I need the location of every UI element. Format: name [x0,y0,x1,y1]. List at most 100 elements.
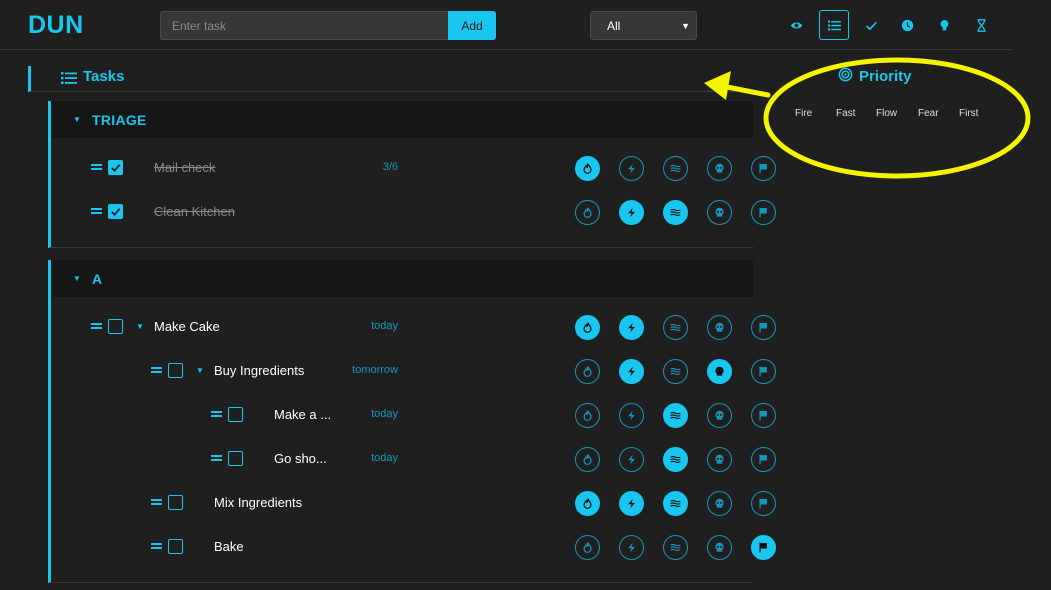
priority-fire-toggle[interactable] [575,535,600,560]
priority-fire-toggle[interactable] [575,156,600,181]
priority-fire-toggle[interactable] [575,491,600,516]
task-name[interactable]: Make a ... [274,407,331,422]
task-name[interactable]: Bake [214,539,244,554]
task-name[interactable]: Mail check [154,160,215,175]
priority-fear-toggle[interactable] [707,315,732,340]
task-checkbox[interactable] [228,407,243,422]
task-checkbox[interactable] [168,539,183,554]
chevron-down-icon: ▼ [681,20,690,31]
priority-fast-toggle[interactable] [619,447,644,472]
priority-fear-toggle[interactable] [707,156,732,181]
task-row[interactable]: Clean Kitchen [51,197,776,227]
group-header[interactable]: ▼ TRIAGE [51,101,753,138]
priority-flow-toggle[interactable] [663,491,688,516]
expand-triangle-icon[interactable]: ▼ [136,322,144,331]
filter-select[interactable]: All ▼ [590,11,697,40]
view-eye-button[interactable] [781,10,811,40]
priority-fire-toggle[interactable] [575,200,600,225]
priority-first-toggle[interactable] [751,491,776,516]
view-check-button[interactable] [856,10,886,40]
task-row[interactable]: Bake [51,532,776,562]
task-checkbox[interactable] [108,160,123,175]
priority-fast-toggle[interactable] [619,491,644,516]
task-checkbox[interactable] [168,495,183,510]
priority-fast-toggle[interactable] [619,315,644,340]
priority-fast-toggle[interactable] [619,200,644,225]
drag-handle-icon[interactable] [151,366,162,375]
priority-fire-toggle[interactable] [575,359,600,384]
task-checkbox[interactable] [108,204,123,219]
priority-fear-toggle[interactable] [707,491,732,516]
bolt-icon [626,207,637,218]
group-header[interactable]: ▼ A [51,260,753,297]
priority-fear-toggle[interactable] [707,535,732,560]
priority-fire-toggle[interactable] [575,315,600,340]
priority-flow-toggle[interactable] [663,315,688,340]
priority-first-toggle[interactable] [751,156,776,181]
priority-flow-toggle[interactable] [663,156,688,181]
bolt-icon [626,542,637,553]
task-name[interactable]: Buy Ingredients [214,363,304,378]
task-name[interactable]: Mix Ingredients [214,495,302,510]
task-checkbox[interactable] [108,319,123,334]
bolt-icon [626,454,637,465]
drag-handle-icon[interactable] [151,542,162,551]
drag-handle-icon[interactable] [91,322,102,331]
priority-fear-toggle[interactable] [707,447,732,472]
priority-fast-toggle[interactable] [619,403,644,428]
priority-fear-toggle[interactable] [707,200,732,225]
fire-icon [582,207,593,218]
priority-flow-toggle[interactable] [663,359,688,384]
priority-flow-toggle[interactable] [663,200,688,225]
priority-first-toggle[interactable] [751,535,776,560]
fire-icon [582,410,593,421]
priority-first-toggle[interactable] [751,359,776,384]
task-meta: 3/6 [382,161,398,173]
priority-legend-item: First [959,108,979,119]
flag-icon [758,163,769,174]
priority-fear-toggle[interactable] [707,403,732,428]
priority-fear-toggle[interactable] [707,359,732,384]
priority-first-toggle[interactable] [751,447,776,472]
priority-legend-item: Fire [795,108,813,119]
priority-fire-toggle[interactable] [575,447,600,472]
task-name[interactable]: Go sho... [274,451,327,466]
collapse-triangle-icon[interactable]: ▼ [73,274,81,283]
priority-first-toggle[interactable] [751,200,776,225]
drag-handle-icon[interactable] [91,163,102,172]
view-hourglass-button[interactable] [966,10,996,40]
priority-fast-toggle[interactable] [619,156,644,181]
task-checkbox[interactable] [228,451,243,466]
list-icon [827,19,841,32]
priority-flow-toggle[interactable] [663,447,688,472]
task-row[interactable]: Make a ... today [51,400,776,430]
view-bulb-button[interactable] [929,10,959,40]
drag-handle-icon[interactable] [151,498,162,507]
drag-handle-icon[interactable] [91,207,102,216]
drag-handle-icon[interactable] [211,410,222,419]
drag-handle-icon[interactable] [211,454,222,463]
priority-first-toggle[interactable] [751,403,776,428]
collapse-triangle-icon[interactable]: ▼ [73,115,81,124]
task-name[interactable]: Clean Kitchen [154,204,235,219]
task-row[interactable]: Go sho... today [51,444,776,474]
priority-fast-toggle[interactable] [619,359,644,384]
task-row[interactable]: Mix Ingredients [51,488,776,518]
view-list-button[interactable] [819,10,849,40]
priority-fast-toggle[interactable] [619,535,644,560]
task-row[interactable]: ▼ Make Cake today [51,312,776,342]
add-task-button[interactable]: Add [448,11,496,40]
task-row[interactable]: Mail check 3/6 [51,153,776,183]
priority-fire-toggle[interactable] [575,403,600,428]
app-logo: DUN [28,11,84,39]
view-clock-button[interactable] [892,10,922,40]
priority-flow-toggle[interactable] [663,535,688,560]
task-checkbox[interactable] [168,363,183,378]
task-name[interactable]: Make Cake [154,319,220,334]
expand-triangle-icon[interactable]: ▼ [196,366,204,375]
waves-icon [670,454,681,465]
priority-first-toggle[interactable] [751,315,776,340]
priority-flow-toggle[interactable] [663,403,688,428]
task-row[interactable]: ▼ Buy Ingredients tomorrow [51,356,776,386]
task-input[interactable] [160,11,448,40]
